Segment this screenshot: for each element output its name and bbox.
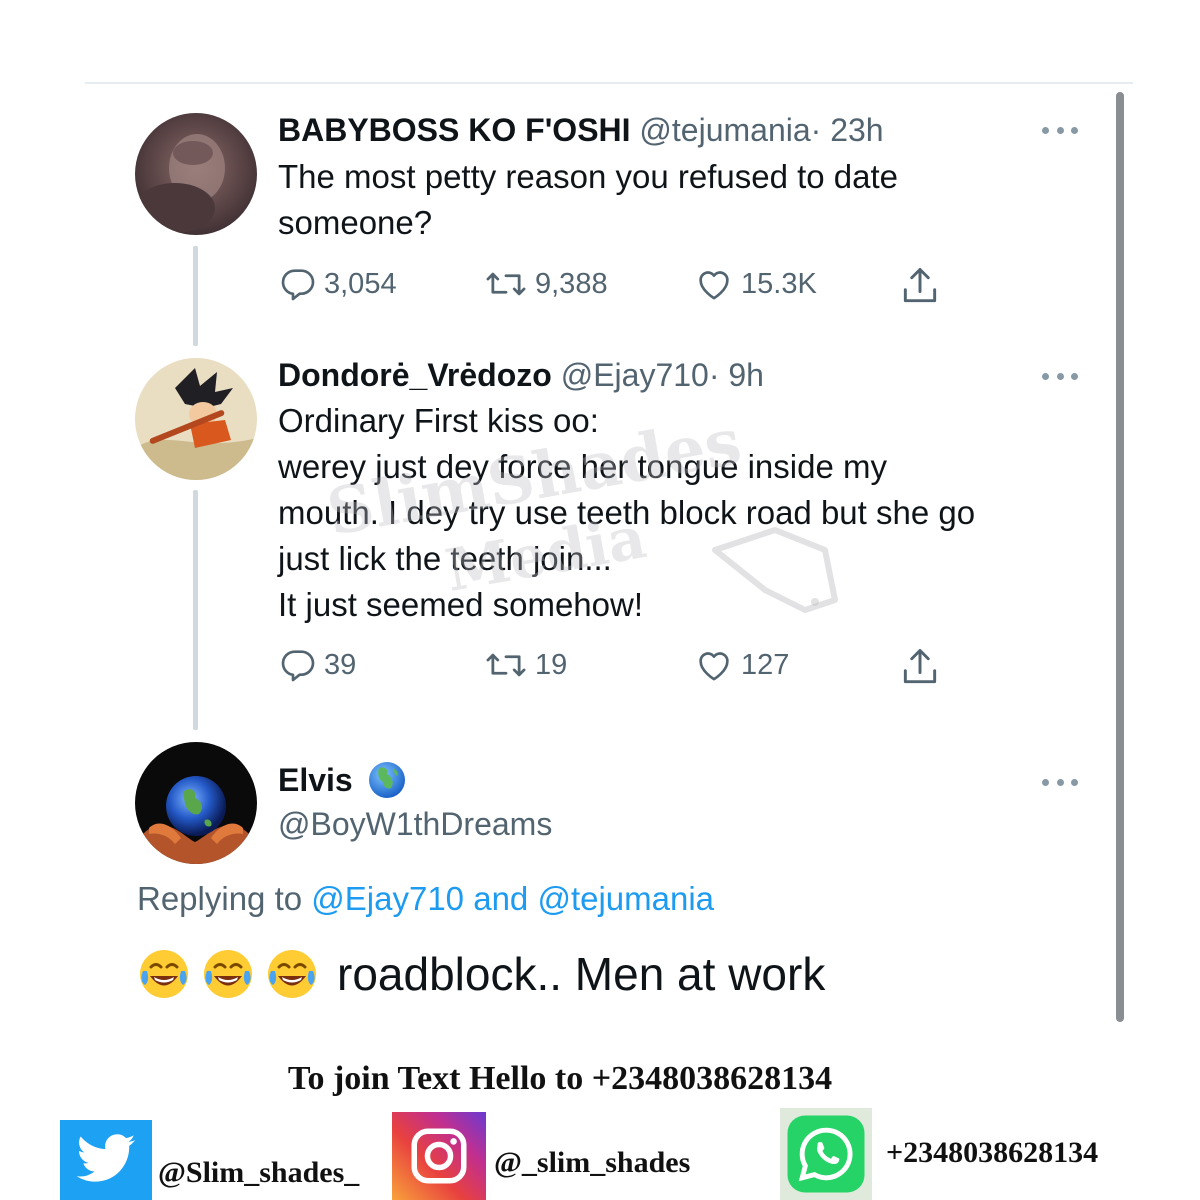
tweet-text: The most petty reason you refused to dat…: [278, 158, 899, 241]
heart-icon: [693, 645, 741, 685]
like-count: 127: [741, 648, 790, 681]
tweet-header: BABYBOSS KO F'OSHI @tejumania· 23h: [278, 112, 884, 148]
scrollbar[interactable]: [1116, 92, 1124, 1022]
instagram-contact[interactable]: @_slim_shades: [392, 1112, 690, 1200]
avatar-boyw1thdreams[interactable]: [135, 742, 257, 864]
timestamp[interactable]: 9h: [728, 357, 764, 393]
share-button[interactable]: [898, 645, 948, 689]
retweet-icon: [483, 645, 535, 685]
like-count: 15.3K: [741, 267, 817, 300]
tweet-actions: 39 19 127: [278, 645, 958, 685]
user-handle[interactable]: @BoyW1thDreams: [278, 804, 552, 844]
face-with-tears-of-joy-icon: [265, 947, 319, 1001]
focused-name-row: Elvis: [278, 760, 407, 800]
mention-ejay710[interactable]: @Ejay710: [311, 880, 464, 917]
user-handle[interactable]: @Ejay710: [561, 357, 709, 393]
retweet-count: 19: [535, 648, 568, 681]
reply-icon: [278, 264, 324, 304]
more-options-icon[interactable]: [1042, 776, 1078, 788]
like-button[interactable]: 127: [693, 645, 789, 685]
more-options-icon[interactable]: [1042, 124, 1078, 136]
reply-button[interactable]: 3,054: [278, 264, 397, 304]
avatar-ejay710[interactable]: [135, 358, 257, 480]
focused-text: roadblock.. Men at work: [337, 948, 826, 1000]
join-banner: To join Text Hello to +2348038628134: [287, 1060, 833, 1097]
tweet-header: Dondorė_Vrėdozo @Ejay710· 9h: [278, 357, 764, 393]
thread-line-2: [193, 490, 198, 730]
face-with-tears-of-joy-icon: [137, 947, 191, 1001]
reply-count: 3,054: [324, 267, 397, 300]
retweet-button[interactable]: 9,388: [483, 264, 608, 304]
mention-tejumania[interactable]: @tejumania: [537, 880, 714, 917]
whatsapp-number[interactable]: +2348038628134: [886, 1136, 1098, 1170]
face-with-tears-of-joy-icon: [201, 947, 255, 1001]
globe-europe-africa-icon: [367, 760, 407, 800]
more-options-icon[interactable]: [1042, 370, 1078, 382]
whatsapp-logo-icon: [780, 1108, 872, 1200]
top-divider: [85, 82, 1133, 84]
tweet-actions: 3,054 9,388 15.3K: [278, 264, 958, 304]
share-icon: [898, 645, 948, 689]
retweet-icon: [483, 264, 535, 304]
heart-icon: [693, 264, 741, 304]
user-handle[interactable]: @tejumania: [639, 112, 810, 148]
whatsapp-contact[interactable]: +2348038628134: [780, 1108, 1098, 1200]
twitter-handle[interactable]: @Slim_shades_: [158, 1156, 359, 1190]
reply-icon: [278, 645, 324, 685]
display-name[interactable]: Dondorė_Vrėdozo: [278, 357, 552, 393]
share-icon: [898, 264, 948, 308]
display-name[interactable]: BABYBOSS KO F'OSHI: [278, 112, 631, 148]
reply-button[interactable]: 39: [278, 645, 356, 685]
instagram-logo-icon: [392, 1112, 486, 1200]
twitter-logo-icon: [60, 1120, 152, 1200]
tweet-text: Ordinary First kiss oo: werey just dey f…: [278, 402, 976, 623]
retweet-button[interactable]: 19: [483, 645, 567, 685]
instagram-handle[interactable]: @_slim_shades: [494, 1146, 690, 1180]
like-button[interactable]: 15.3K: [693, 264, 817, 304]
reply-count: 39: [324, 648, 357, 681]
focused-tweet-text: roadblock.. Men at work: [137, 944, 825, 1004]
replying-to: Replying to @Ejay710 and @tejumania: [137, 880, 715, 917]
thread-line-1: [193, 246, 198, 346]
timestamp[interactable]: 23h: [830, 112, 883, 148]
retweet-count: 9,388: [535, 267, 608, 300]
twitter-contact[interactable]: @Slim_shades_: [60, 1120, 359, 1200]
share-button[interactable]: [898, 264, 948, 308]
display-name[interactable]: Elvis: [278, 760, 353, 800]
avatar-tejumania[interactable]: [135, 113, 257, 235]
